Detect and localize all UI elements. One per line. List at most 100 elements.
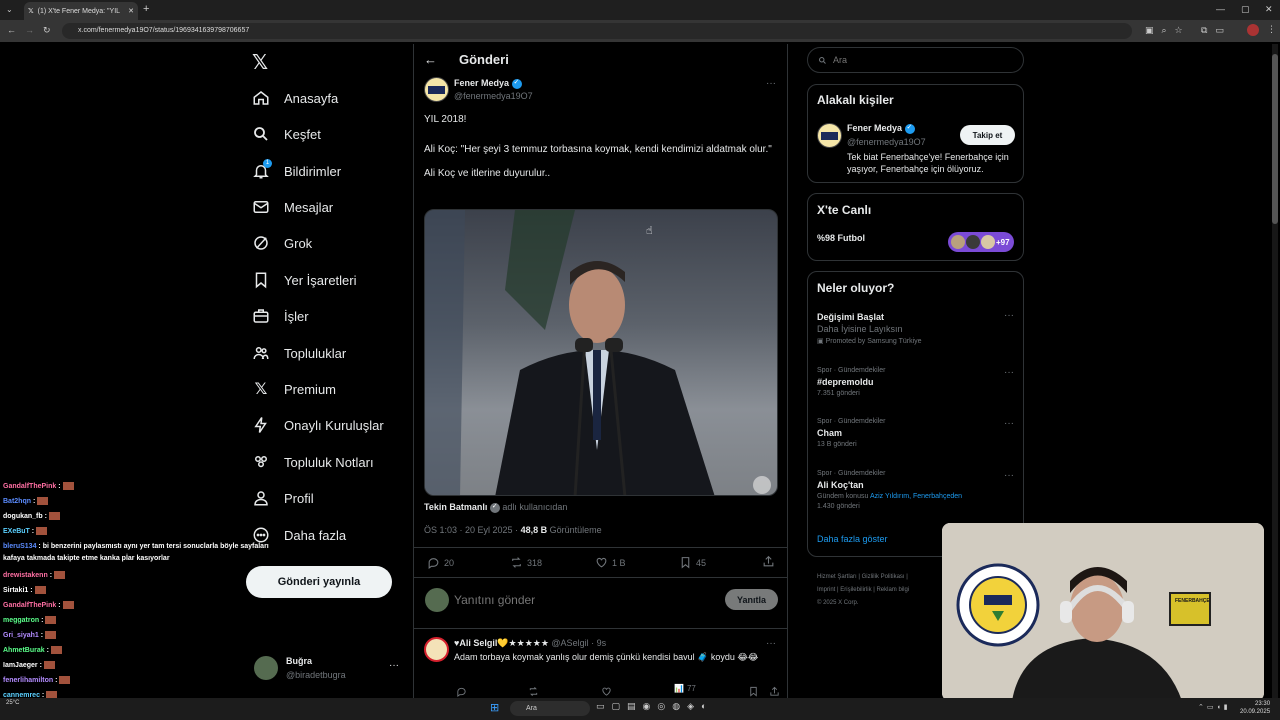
reply-handle[interactable]: @ASelgil · 9s (551, 638, 606, 648)
chat-username[interactable]: fenerlihamilton (3, 677, 53, 684)
system-tray-icons[interactable]: ⌃▭◖▮ (1198, 703, 1231, 711)
trend-more-icon[interactable]: ··· (1004, 367, 1014, 378)
nav-grok[interactable]: Grok (252, 228, 312, 258)
scrollbar-thumb[interactable] (1272, 54, 1278, 224)
x-logo-icon[interactable]: 𝕏 (252, 50, 268, 75)
nav-profile[interactable]: Profil (252, 483, 314, 513)
reply-reply-icon[interactable] (456, 684, 467, 698)
nav-messages[interactable]: Mesajlar (252, 192, 333, 222)
chat-username[interactable]: drewistakenn (3, 572, 48, 579)
url-input[interactable]: x.com/fenermedya19O7/status/196934163979… (62, 23, 1132, 39)
taskbar-app-icons[interactable]: ▭▢▤◉◎◍◈◐ (596, 701, 713, 712)
tab-close-icon[interactable]: ✕ (128, 7, 134, 15)
taskbar-clock[interactable]: 23:30 20.09.2025 (1240, 700, 1270, 716)
live-item[interactable]: %98 Futbol (817, 233, 865, 243)
live-count: +97 (996, 237, 1010, 247)
reply-views[interactable]: 📊 77 (674, 684, 696, 693)
chat-username[interactable]: EXeBuT (3, 528, 30, 535)
trend-more-icon[interactable]: ··· (1004, 310, 1014, 321)
browser-menu-icon[interactable]: ⋮ (1267, 24, 1276, 35)
reply-input[interactable] (454, 590, 714, 610)
clock-date: 20.09.2025 (1240, 709, 1271, 715)
tagged-user[interactable]: Tekin Batmanlı adlı kullanıcıdan (424, 502, 567, 513)
author-handle[interactable]: @fenermedya19O7 (454, 91, 533, 101)
page-scrollbar[interactable] (1272, 44, 1278, 698)
tab-list-chevron-icon[interactable]: ⌄ (6, 5, 13, 14)
chat-username[interactable]: AhmetBurak (3, 647, 45, 654)
post-time[interactable]: ÖS 1:03 · 20 Eyl 2025 · (424, 525, 521, 535)
post-button[interactable]: Gönderi yayınla (246, 566, 392, 598)
author-avatar[interactable] (424, 77, 449, 102)
reply-share-icon[interactable] (769, 684, 780, 698)
reply-button[interactable]: Yanıtla (725, 589, 778, 610)
post-video[interactable] (424, 209, 778, 496)
back-arrow-icon[interactable]: ← (424, 52, 437, 67)
chat-username[interactable]: meggatron (3, 617, 39, 624)
chat-username[interactable]: IamJaeger (3, 662, 38, 669)
reload-icon[interactable]: ↻ (43, 25, 51, 36)
related-name[interactable]: Fener Medya (847, 123, 915, 134)
related-avatar[interactable] (817, 123, 842, 148)
nav-bookmarks[interactable]: Yer İşaretleri (252, 265, 357, 295)
trend-more-icon[interactable]: ··· (1004, 470, 1014, 481)
taskbar-search[interactable]: Ara (510, 701, 590, 716)
verified-badge-icon (489, 502, 500, 513)
footer-line[interactable]: Hizmet Şartları | Gizlilik Politikası | (817, 571, 909, 584)
reply-author[interactable]: ♥Ali Selgil💛★★★★★ (454, 638, 549, 648)
chat-username[interactable]: dogukan_fb (3, 513, 43, 520)
chat-username[interactable]: bleruS134 (3, 543, 36, 550)
show-more-link[interactable]: Daha fazla göster (817, 534, 888, 544)
chat-username[interactable]: GandalfThePink (3, 602, 56, 609)
trend-topic-links[interactable]: Aziz Yıldırım, Fenerbahçeden (870, 493, 962, 500)
reply-like-icon[interactable] (601, 684, 612, 698)
maximize-icon[interactable]: ▢ (1241, 4, 1250, 15)
nav-communities[interactable]: Topluluklar (252, 338, 346, 368)
window-close-icon[interactable]: ✕ (1265, 4, 1273, 15)
back-icon[interactable]: ← (7, 25, 16, 35)
extensions-icon[interactable]: ⧉▭ (1201, 25, 1232, 36)
nav-home[interactable]: Anasayfa (252, 83, 338, 113)
nav-jobs[interactable]: İşler (252, 301, 309, 331)
windows-start-icon[interactable]: ⊞ (490, 701, 499, 714)
reply-author-avatar[interactable] (424, 637, 449, 662)
trend-item[interactable]: Spor · Gündemdekiler #depremoldu 7.351 g… (817, 367, 1017, 397)
search-input[interactable] (833, 55, 1013, 65)
bookmark-action[interactable]: 45 (679, 556, 706, 569)
nav-label: Mesajlar (284, 199, 334, 215)
reply-action[interactable]: 20 (427, 556, 454, 569)
nav-verified-orgs[interactable]: Onaylı Kuruluşlar (252, 410, 384, 440)
reply-repost-icon[interactable] (528, 684, 539, 698)
chat-username[interactable]: Sirtaki1 (3, 587, 28, 594)
reply-more-icon[interactable]: ··· (766, 638, 776, 649)
account-avatar[interactable] (254, 656, 278, 680)
profile-avatar[interactable] (1247, 24, 1259, 36)
trend-more-icon[interactable]: ··· (1004, 418, 1014, 429)
weather-widget[interactable]: 25°C (6, 700, 19, 706)
nav-explore[interactable]: Keşfet (252, 119, 321, 149)
footer-line[interactable]: Imprint | Erişilebilirlik | Reklam bilgi (817, 584, 909, 597)
nav-premium[interactable]: 𝕏 Premium (252, 374, 336, 404)
forward-icon[interactable]: → (25, 25, 34, 35)
trend-item[interactable]: Spor · Gündemdekiler Ali Koç'tan Gündem … (817, 470, 1017, 510)
author-name[interactable]: Fener Medya (454, 78, 522, 89)
like-action[interactable]: 1 B (595, 556, 626, 569)
browser-toolbar-icons[interactable]: ▣⌕☆ (1145, 25, 1191, 36)
trend-item[interactable]: Spor · Gündemdekiler Cham 13 B gönderi (817, 418, 1017, 448)
live-participants[interactable]: +97 (948, 232, 1014, 252)
share-action[interactable] (762, 555, 775, 573)
chat-username[interactable]: GandalfThePink (3, 483, 56, 490)
search-box[interactable] (807, 47, 1024, 73)
chat-username[interactable]: Gri_siyah1 (3, 632, 39, 639)
follow-button[interactable]: Takip et (960, 125, 1015, 145)
browser-tab[interactable]: 𝕏 (1) X'te Fener Medya: "YIL ✕ (24, 2, 138, 20)
chat-username[interactable]: Bat2hqn (3, 498, 31, 505)
post-more-icon[interactable]: ··· (766, 78, 776, 89)
account-menu-icon[interactable]: ··· (389, 660, 399, 671)
reply-bookmark-icon[interactable] (748, 684, 759, 698)
search-icon (819, 56, 826, 64)
repost-action[interactable]: 318 (510, 556, 542, 569)
new-tab-icon[interactable]: + (143, 3, 149, 15)
minimize-icon[interactable]: — (1216, 4, 1225, 14)
nav-community-notes[interactable]: Topluluk Notları (252, 447, 374, 477)
trend-item[interactable]: Değişimi Başlat Daha İyisine Layıksın ▣ … (817, 312, 1017, 345)
